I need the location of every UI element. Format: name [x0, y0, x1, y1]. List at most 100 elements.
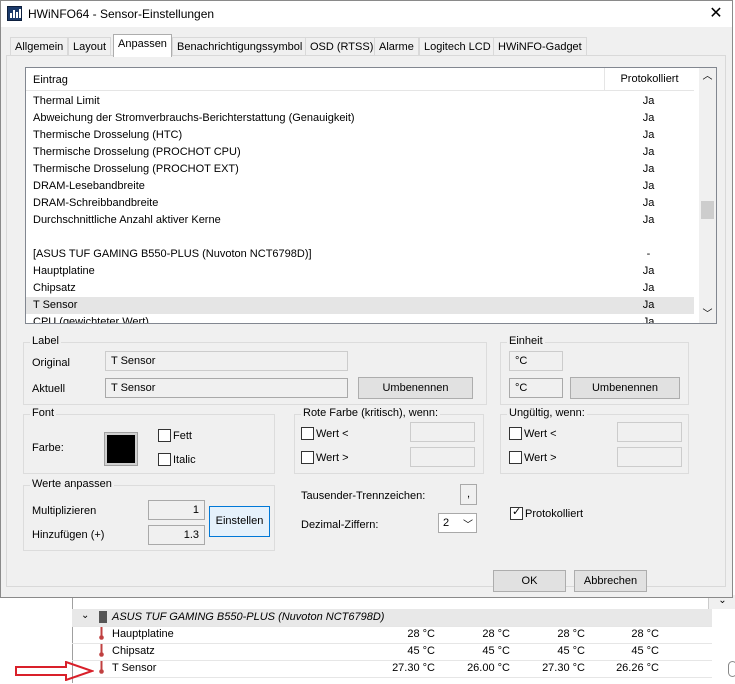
bold-checkbox[interactable]: [158, 429, 171, 442]
list-item[interactable]: CPU (gewichteter Wert) Ja: [26, 314, 694, 323]
sensor-entry-list[interactable]: Eintrag Protokolliert Thermal Limit Ja Abw…: [25, 67, 717, 324]
cancel-button[interactable]: Abbrechen: [574, 570, 647, 592]
entry-logged: Ja: [642, 95, 655, 107]
list-item[interactable]: T Sensor Ja: [26, 297, 694, 314]
sensor-current: 27.30 °C: [392, 662, 435, 674]
sensor-min: 26.00 °C: [467, 662, 510, 674]
tab-layout[interactable]: Layout: [68, 37, 112, 56]
thermometer-icon: [99, 627, 104, 640]
hwinfo-app-icon: [7, 6, 22, 21]
list-item[interactable]: Chipsatz Ja: [26, 280, 694, 297]
entry-name: Abweichung der Stromverbrauchs-Berichter…: [33, 112, 355, 124]
apply-adjust-button[interactable]: Einstellen: [209, 506, 270, 537]
critical-gt-label: Wert >: [316, 452, 349, 464]
bold-label: Fett: [173, 430, 192, 442]
original-name-field: T Sensor: [105, 351, 348, 371]
tab-anpassen[interactable]: Anpassen: [113, 34, 172, 57]
entry-name: DRAM-Schreibbandbreite: [33, 197, 159, 209]
sensor-max: 28 °C: [557, 628, 585, 640]
table-row[interactable]: Chipsatz 45 °C 45 °C 45 °C 45 °C: [72, 643, 712, 661]
title-bar[interactable]: HWiNFO64 - Sensor-Einstellungen ✕: [1, 1, 732, 27]
color-swatch-button[interactable]: [104, 432, 138, 466]
tab-hwinfo-gadget[interactable]: HWiNFO-Gadget: [493, 37, 587, 56]
decimal-digits-value: 2: [443, 517, 450, 529]
group-title: Einheit: [507, 335, 545, 347]
list-scrollbar[interactable]: ︿ ﹀: [699, 68, 716, 323]
list-item[interactable]: Thermische Drosselung (PROCHOT EXT) Ja: [26, 161, 694, 178]
list-header: Eintrag Protokolliert: [26, 68, 694, 91]
entry-logged: Ja: [642, 129, 655, 141]
collapse-icon[interactable]: ⌄: [81, 610, 89, 621]
list-item[interactable]: Durchschnittliche Anzahl aktiver Kerne Ja: [26, 212, 694, 229]
invalid-lt-field[interactable]: [617, 422, 682, 442]
sensor-avg: 26.26 °C: [616, 662, 659, 674]
group-title: Ungültig, wenn:: [507, 407, 587, 419]
entry-name: DRAM-Lesebandbreite: [33, 180, 145, 192]
current-unit-field[interactable]: °C: [509, 378, 563, 398]
sensor-min: 45 °C: [482, 645, 510, 657]
list-item[interactable]: Thermische Drosselung (HTC) Ja: [26, 127, 694, 144]
entry-name: Thermische Drosselung (PROCHOT CPU): [33, 146, 241, 158]
current-name-field[interactable]: T Sensor: [105, 378, 348, 398]
table-row[interactable]: Hauptplatine 28 °C 28 °C 28 °C 28 °C: [72, 626, 712, 644]
entry-logged: Ja: [642, 112, 655, 124]
thermometer-icon: [99, 644, 104, 657]
list-item[interactable]: Hauptplatine Ja: [26, 263, 694, 280]
list-item[interactable]: Thermal Limit Ja: [26, 93, 694, 110]
tab-logitech-lcd[interactable]: Logitech LCD: [419, 37, 496, 56]
entry-logged: Ja: [642, 146, 655, 158]
rename-label-button[interactable]: Umbenennen: [358, 377, 473, 399]
thousands-separator-field[interactable]: ,: [460, 484, 477, 505]
list-item[interactable]: Thermische Drosselung (PROCHOT CPU) Ja: [26, 144, 694, 161]
tab-osd-rtss[interactable]: OSD (RTSS): [305, 37, 379, 56]
sensor-settings-dialog: HWiNFO64 - Sensor-Einstellungen ✕ Allgem…: [0, 0, 733, 598]
entry-logged: Ja: [642, 265, 655, 277]
add-field[interactable]: 1.3: [148, 525, 205, 545]
entry-name: Thermal Limit: [33, 95, 100, 107]
list-item[interactable]: DRAM-Lesebandbreite Ja: [26, 178, 694, 195]
invalid-lt-checkbox[interactable]: [509, 427, 522, 440]
list-item[interactable]: DRAM-Schreibbandbreite Ja: [26, 195, 694, 212]
list-item[interactable]: [26, 229, 694, 246]
scrollbar-thumb[interactable]: [701, 201, 714, 219]
close-icon[interactable]: ✕: [706, 4, 726, 24]
critical-lt-label: Wert <: [316, 428, 349, 440]
decimal-digits-select[interactable]: 2 ﹀: [438, 513, 477, 533]
invalid-gt-checkbox[interactable]: [509, 451, 522, 464]
sensor-group-row[interactable]: ⌄ ASUS TUF GAMING B550-PLUS (Nuvoton NCT…: [72, 609, 712, 627]
entry-logged: Ja: [642, 163, 655, 175]
multiply-field[interactable]: 1: [148, 500, 205, 520]
italic-checkbox[interactable]: [158, 453, 171, 466]
list-item[interactable]: [ASUS TUF GAMING B550-PLUS (Nuvoton NCT6…: [26, 246, 694, 263]
critical-lt-checkbox[interactable]: [301, 427, 314, 440]
tab-alarme[interactable]: Alarme: [374, 37, 419, 56]
tab-allgemein[interactable]: Allgemein: [10, 37, 69, 56]
scroll-down-icon[interactable]: ﹀: [699, 306, 716, 323]
group-title: Werte anpassen: [30, 478, 114, 490]
entry-name: [ASUS TUF GAMING B550-PLUS (Nuvoton NCT6…: [33, 248, 312, 260]
entry-logged: -: [646, 248, 651, 260]
sensor-window-background: ⌄ ⌄ ASUS TUF GAMING B550-PLUS (Nuvoton N…: [0, 595, 735, 683]
critical-gt-checkbox[interactable]: [301, 451, 314, 464]
critical-lt-field[interactable]: [410, 422, 475, 442]
critical-gt-field[interactable]: [410, 447, 475, 467]
column-header-entry[interactable]: Eintrag: [33, 74, 68, 86]
sensor-avg: 45 °C: [631, 645, 659, 657]
group-title: Rote Farbe (kritisch), wenn:: [301, 407, 441, 419]
sensor-min: 28 °C: [482, 628, 510, 640]
logged-checkbox[interactable]: [510, 505, 523, 520]
rename-unit-button[interactable]: Umbenennen: [570, 377, 680, 399]
invalid-gt-field[interactable]: [617, 447, 682, 467]
tab-benachrichtigungssymbol[interactable]: Benachrichtigungssymbol: [172, 37, 308, 56]
entry-name: Chipsatz: [33, 282, 76, 294]
sensor-current: 45 °C: [407, 645, 435, 657]
table-row[interactable]: T Sensor 27.30 °C 26.00 °C 27.30 °C 26.2…: [72, 660, 712, 678]
column-header-logged[interactable]: Protokolliert: [604, 68, 694, 90]
red-arrow-annotation: [14, 660, 96, 684]
window-title: HWiNFO64 - Sensor-Einstellungen: [28, 7, 215, 21]
list-item[interactable]: Abweichung der Stromverbrauchs-Berichter…: [26, 110, 694, 127]
ok-button[interactable]: OK: [493, 570, 566, 592]
group-title: Font: [30, 407, 57, 419]
scroll-up-icon[interactable]: ︿: [699, 68, 716, 85]
entry-logged: Ja: [642, 214, 655, 226]
